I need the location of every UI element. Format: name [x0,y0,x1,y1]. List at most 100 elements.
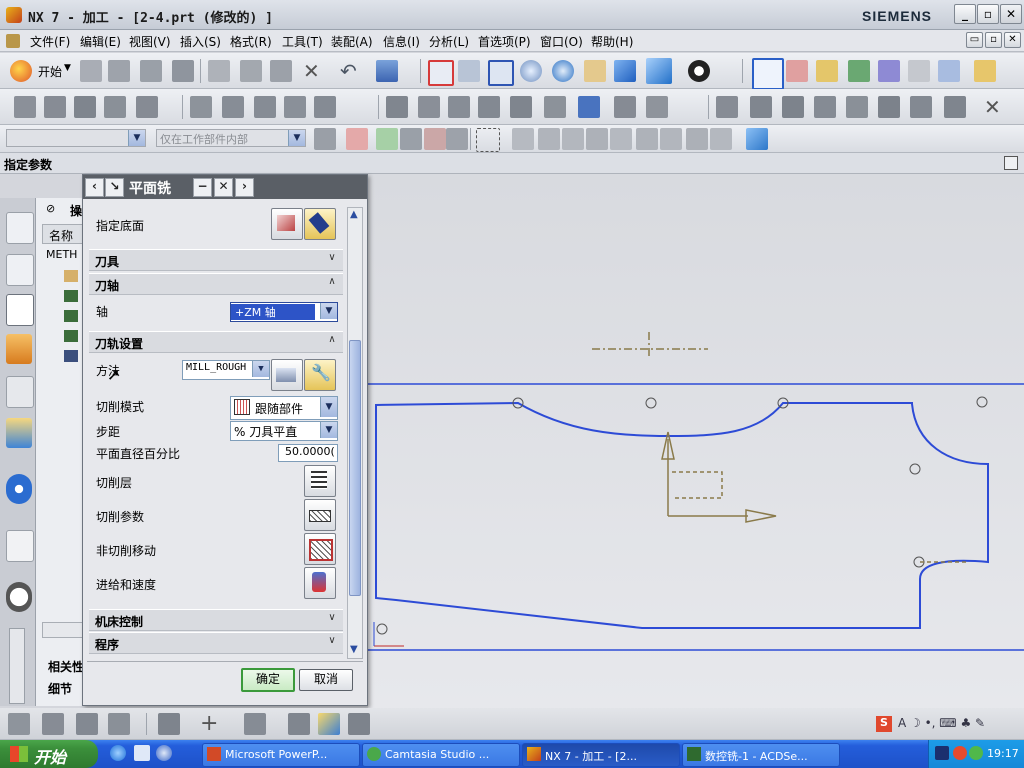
existing-point-icon[interactable] [660,128,682,150]
menu-assembly[interactable]: 装配(A) [331,33,373,50]
edit-object-icon[interactable] [190,96,212,118]
specify-floor-button[interactable] [271,208,303,240]
box-select-icon[interactable] [476,128,500,152]
quadrant-icon[interactable] [636,128,658,150]
menu-help[interactable]: 帮助(H) [591,33,633,50]
delete-object-icon[interactable] [314,96,336,118]
pin-icon[interactable]: ⊘ [46,202,55,215]
nav-item-icon[interactable] [64,290,78,302]
path-simulate-icon[interactable] [510,96,532,118]
curve-rule-icon[interactable] [376,128,398,150]
offset-icon[interactable] [288,713,310,735]
wcs-icon[interactable] [752,58,784,90]
face-rule-icon[interactable] [400,128,422,150]
create-method-icon[interactable] [104,96,126,118]
scope-select[interactable]: 仅在工作部件内部 ▼ [156,129,306,147]
menu-tools[interactable]: 工具(T) [282,33,323,50]
start-button[interactable]: 开始 [0,740,98,768]
doc-maximize-button[interactable]: ▫ [985,32,1002,48]
resource-scrollbar[interactable] [9,628,25,704]
menu-preferences[interactable]: 首选项(P) [478,33,531,50]
cut-params-button[interactable] [304,499,336,531]
maximize-button[interactable]: ▫ [977,4,999,24]
selection-icon[interactable] [376,60,398,82]
midpoint-icon[interactable] [538,128,560,150]
task-camtasia[interactable]: Camtasia Studio ... [362,743,520,767]
path-edit-icon[interactable] [418,96,440,118]
new-method-button[interactable]: 🔧 [304,359,336,391]
doc-close-button[interactable]: ✕ [1004,32,1021,48]
cut-object-icon[interactable] [222,96,244,118]
undo-icon[interactable]: ↶ [340,59,357,83]
scroll-thumb[interactable] [349,340,361,596]
history-icon[interactable] [6,582,32,612]
cube-icon[interactable] [746,128,768,150]
revolve-icon[interactable] [76,713,98,735]
postprocess-icon[interactable] [938,60,960,82]
stepover-select[interactable]: % 刀具平直 ▼ [230,421,338,441]
task-nx[interactable]: NX 7 - 加工 - [2... [522,743,680,767]
pan-icon[interactable] [584,60,606,82]
back-arrow-icon[interactable]: ‹ [85,178,104,197]
ie-icon[interactable] [110,745,126,761]
copy-object-icon[interactable] [254,96,276,118]
feature-icon[interactable] [716,96,738,118]
create-geometry-icon[interactable] [74,96,96,118]
axis-section-header[interactable]: 刀轴 ∧ [89,273,343,295]
replay-icon[interactable] [848,60,870,82]
nav-root[interactable]: METH [46,248,77,261]
fit-icon[interactable] [428,60,454,86]
blank-icon[interactable] [750,96,772,118]
machine-control-header[interactable]: 机床控制 ∨ [89,609,343,631]
edge-icon[interactable] [424,128,446,150]
collapse-icon[interactable]: − [193,178,212,197]
ok-button[interactable]: 确定 [241,668,295,692]
zoom-window-icon[interactable] [458,60,480,82]
workpiece-icon[interactable] [614,96,636,118]
rotate-icon[interactable] [552,60,574,82]
control-point-icon[interactable] [562,128,584,150]
close-toolbar-icon[interactable]: ✕ [984,95,1001,119]
measure-icon[interactable] [974,60,996,82]
menu-edit[interactable]: 编辑(E) [80,33,121,50]
output-icon[interactable] [544,96,566,118]
create-operation-icon[interactable] [136,96,158,118]
type-filter-select[interactable]: ▼ [6,129,146,147]
task-acdsee[interactable]: 数控铣-1 - ACDSe... [682,743,840,767]
axis-select[interactable]: +ZM 轴 ▼ [230,302,338,322]
snap-icon[interactable] [314,128,336,150]
paste-object-icon[interactable] [284,96,306,118]
verify-icon[interactable] [878,60,900,82]
report-icon[interactable] [646,96,668,118]
geometry-icon[interactable] [786,60,808,82]
shaded-icon[interactable] [614,60,636,82]
datum-icon[interactable] [158,713,180,735]
zoom-area-icon[interactable] [488,60,514,86]
block-icon[interactable] [878,96,900,118]
tray-icon[interactable] [969,746,983,760]
merge-icon[interactable] [782,96,804,118]
task-powerpoint[interactable]: Microsoft PowerP... [202,743,360,767]
path-icon[interactable] [386,96,408,118]
sketch-icon[interactable] [8,713,30,735]
program-header[interactable]: 程序 ∨ [89,632,343,654]
generate-path-icon[interactable] [816,60,838,82]
dialog-scrollbar[interactable]: ▲ ▼ [347,207,363,659]
open-folder-icon[interactable] [108,60,130,82]
point-on-face-icon[interactable] [710,128,732,150]
assembly-navigator-icon[interactable] [6,212,34,244]
close-dialog-icon[interactable]: ✕ [214,178,233,197]
method-select[interactable]: MILL_ROUGH ▼ [182,360,270,380]
menu-info[interactable]: 信息(I) [383,33,420,50]
nav-item-icon[interactable] [64,270,78,282]
web-browser-icon[interactable] [6,530,34,562]
cut-icon[interactable] [208,60,230,82]
list-icon[interactable] [908,60,930,82]
body-icon[interactable] [446,128,468,150]
scroll-up-icon[interactable]: ▲ [350,209,358,220]
nav-item-icon[interactable] [64,310,78,322]
shop-doc-icon[interactable] [578,96,600,118]
menu-view[interactable]: 视图(V) [129,33,171,50]
zoom-icon[interactable] [520,60,542,82]
solid-icon[interactable] [910,96,932,118]
